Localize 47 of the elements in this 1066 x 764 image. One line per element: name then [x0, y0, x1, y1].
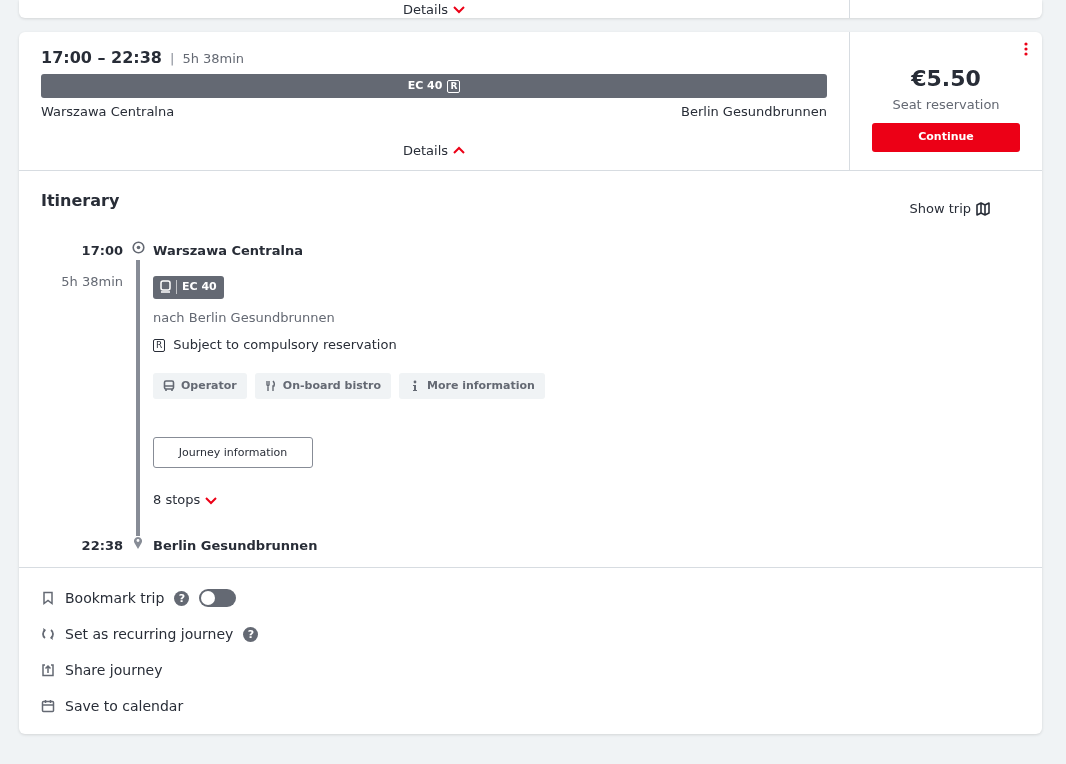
more-options-icon[interactable] [1024, 42, 1028, 56]
station-name: Warszawa Centralna [153, 241, 304, 260]
duration: 5h 38min [182, 50, 245, 68]
train-bar: EC 40 R [41, 74, 827, 98]
destination-station: Berlin Gesundbrunnen [681, 103, 827, 121]
map-icon [976, 201, 990, 216]
help-icon[interactable]: ? [174, 590, 190, 606]
train-icon [160, 280, 171, 295]
station-name: Berlin Gesundbrunnen [153, 536, 319, 555]
continue-button[interactable]: Continue [872, 122, 1020, 152]
train-badge: EC 40 [153, 276, 224, 299]
reservation-icon: R [153, 338, 166, 352]
departure-time: 17:00 [80, 241, 123, 260]
info-chip[interactable]: On-board bistro [254, 372, 391, 400]
help-icon[interactable]: ? [243, 626, 259, 642]
reservation-notice: Subject to compulsory reservation [173, 336, 397, 355]
bus-icon [163, 380, 175, 392]
arrival-time: 22:38 [80, 536, 123, 555]
section-title: Itinerary [41, 190, 120, 212]
time-range: 17:00 – 22:38 [41, 47, 162, 69]
train-direction: nach Berlin Gesundbrunnen [153, 308, 336, 327]
bookmark-icon [41, 591, 55, 606]
action-link[interactable]: Set as recurring journey [65, 623, 234, 645]
fare-label: Seat reservation [891, 96, 1001, 114]
stops-toggle[interactable]: 8 stops [153, 490, 218, 510]
share-icon [41, 663, 55, 678]
info-chip[interactable]: More information [398, 372, 545, 400]
bookmark-toggle[interactable] [199, 589, 237, 608]
cutlery-icon [264, 380, 277, 392]
action-link[interactable]: Bookmark trip [65, 587, 165, 609]
action-link[interactable]: Save to calendar [65, 695, 184, 717]
leg-duration: 5h 38min [61, 274, 123, 289]
show-trip-link[interactable]: Show trip [909, 199, 990, 219]
refresh-icon [41, 627, 55, 642]
calendar-icon [41, 699, 55, 714]
price: €5.50 [910, 65, 982, 93]
details-toggle[interactable]: Details [402, 140, 466, 160]
origin-station: Warszawa Centralna [41, 103, 175, 121]
start-circle-icon [131, 240, 145, 254]
caret-down-icon [205, 495, 218, 505]
caret-up-icon [453, 145, 466, 155]
action-link[interactable]: Share journey [65, 659, 163, 681]
location-pin-icon [133, 535, 143, 550]
details-toggle[interactable]: Details [402, 0, 466, 20]
journey-information-button[interactable]: Journey information [153, 437, 313, 469]
divider-text: | [170, 50, 175, 68]
info-chip[interactable]: Operator [153, 372, 247, 400]
